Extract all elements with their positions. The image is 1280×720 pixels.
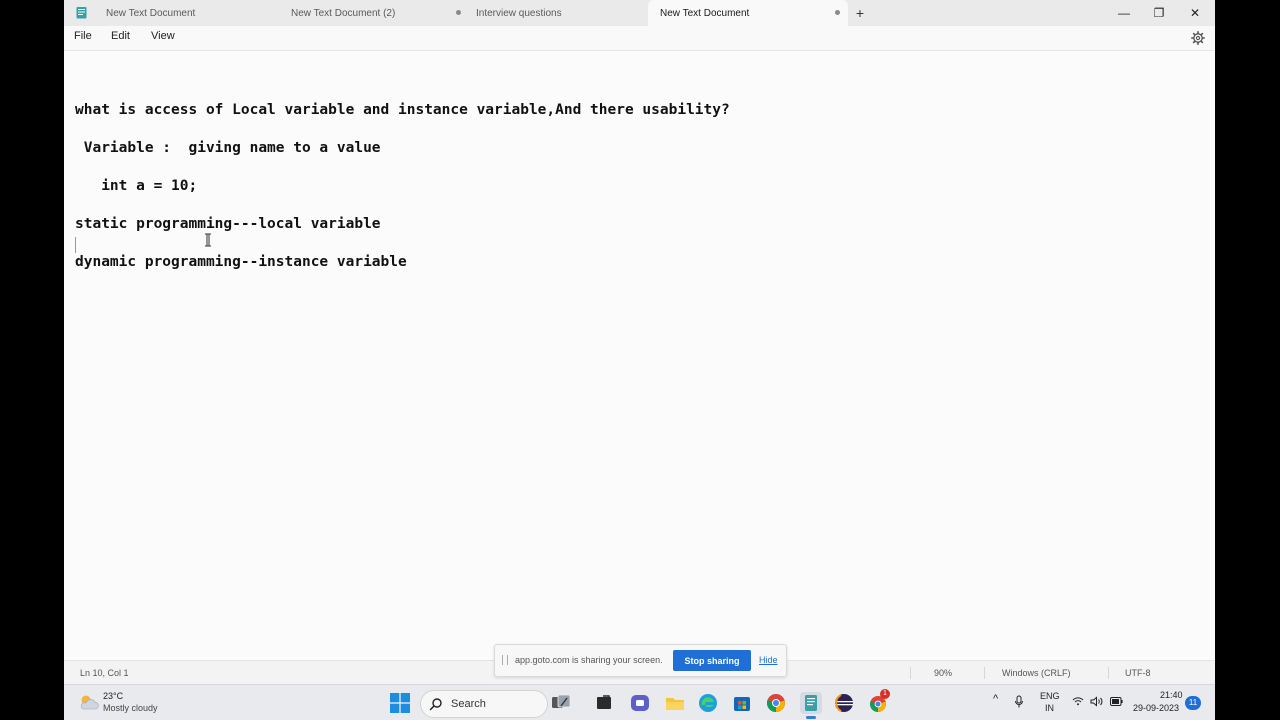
notepad-taskbar-button[interactable] <box>800 692 822 719</box>
tab-interview-questions[interactable]: Interview questions <box>464 0 651 26</box>
minimize-button[interactable]: — <box>1109 2 1139 24</box>
volume-icon[interactable] <box>1090 696 1104 707</box>
battery-icon[interactable] <box>1110 697 1123 706</box>
tab-label: New Text Document <box>660 7 750 19</box>
settings-gear-icon[interactable] <box>1191 31 1205 45</box>
text-line: Variable : giving name to a value <box>75 140 381 156</box>
eclipse-ide-icon[interactable] <box>833 692 855 714</box>
text-editor-area[interactable]: what is access of Local variable and ins… <box>64 51 1215 660</box>
tab-label: Interview questions <box>476 7 562 19</box>
language-indicator[interactable]: ENG <box>1040 691 1060 701</box>
region-indicator[interactable]: IN <box>1045 703 1054 713</box>
new-tab-button[interactable]: + <box>852 4 868 22</box>
notepad-app-icon <box>76 7 87 19</box>
partly-cloudy-weather-icon[interactable] <box>78 693 100 711</box>
notification-count-badge[interactable]: 11 <box>1185 696 1201 710</box>
status-divider <box>910 667 911 679</box>
stop-sharing-button[interactable]: Stop sharing <box>673 650 751 671</box>
taskbar-search-box[interactable]: Search <box>420 690 548 718</box>
menu-file[interactable]: File <box>74 30 92 42</box>
sharing-message: app.goto.com is sharing your screen. <box>515 655 663 665</box>
text-line: dynamic programming--instance variable <box>75 254 407 270</box>
chrome-profile-taskbar-button[interactable]: 1 <box>867 689 890 714</box>
notepad-icon <box>805 695 817 711</box>
tab-new-text-document-2[interactable]: New Text Document (2) <box>279 0 471 26</box>
unsaved-dot-icon <box>835 10 840 15</box>
drag-handle-icon[interactable] <box>502 655 508 665</box>
microphone-icon[interactable] <box>1014 695 1024 709</box>
tab-new-text-document-active[interactable]: New Text Document <box>648 0 848 26</box>
hide-link[interactable]: Hide <box>759 655 778 665</box>
chrome-browser-icon[interactable] <box>765 692 787 714</box>
encoding[interactable]: UTF-8 <box>1125 668 1151 678</box>
taskbar: 23°C Mostly cloudy Search 1 ^ ENG IN 21:… <box>64 684 1215 720</box>
tab-strip: New Text Document New Text Document (2) … <box>64 0 1215 26</box>
weather-condition: Mostly cloudy <box>103 703 158 713</box>
file-explorer-icon[interactable] <box>664 692 686 714</box>
menu-edit[interactable]: Edit <box>111 30 130 42</box>
explorer-window-icon[interactable] <box>593 692 615 714</box>
close-button[interactable]: ✕ <box>1180 2 1210 24</box>
windows-start-icon[interactable] <box>390 693 410 713</box>
maximize-button[interactable]: ❐ <box>1144 2 1174 24</box>
text-caret <box>75 237 76 253</box>
ibeam-cursor-icon <box>205 233 211 247</box>
text-line: static programming---local variable <box>75 216 381 232</box>
status-divider <box>984 667 985 679</box>
clock-time[interactable]: 21:40 <box>1160 690 1183 700</box>
text-line: int a = 10; <box>75 178 198 194</box>
wifi-icon[interactable] <box>1072 696 1084 706</box>
notepad-window: New Text Document New Text Document (2) … <box>64 0 1215 720</box>
zoom-level[interactable]: 90% <box>934 668 952 678</box>
teams-chat-icon[interactable] <box>629 692 651 714</box>
microsoft-store-icon[interactable] <box>731 692 753 714</box>
edge-browser-icon[interactable] <box>697 692 719 714</box>
tab-new-text-document-1[interactable]: New Text Document <box>94 0 281 26</box>
tab-label: New Text Document (2) <box>291 7 396 19</box>
temperature: 23°C <box>103 691 124 701</box>
text-line: what is access of Local variable and ins… <box>75 102 730 118</box>
show-hidden-icons-chevron-icon[interactable]: ^ <box>993 693 998 705</box>
search-label: Search <box>451 698 486 710</box>
menu-view[interactable]: View <box>151 30 175 42</box>
search-icon <box>429 698 442 711</box>
clock-date[interactable]: 29-09-2023 <box>1133 703 1179 713</box>
task-view-icon[interactable] <box>550 692 572 714</box>
menu-bar: File Edit View <box>64 26 1215 51</box>
tab-label: New Text Document <box>106 7 196 19</box>
screen-sharing-banner: app.goto.com is sharing your screen. Sto… <box>494 644 787 677</box>
chrome-notification-badge: 1 <box>880 689 890 699</box>
unsaved-dot-icon <box>456 10 461 15</box>
line-ending[interactable]: Windows (CRLF) <box>1002 668 1071 678</box>
cursor-position[interactable]: Ln 10, Col 1 <box>80 668 129 678</box>
status-divider <box>1108 667 1109 679</box>
